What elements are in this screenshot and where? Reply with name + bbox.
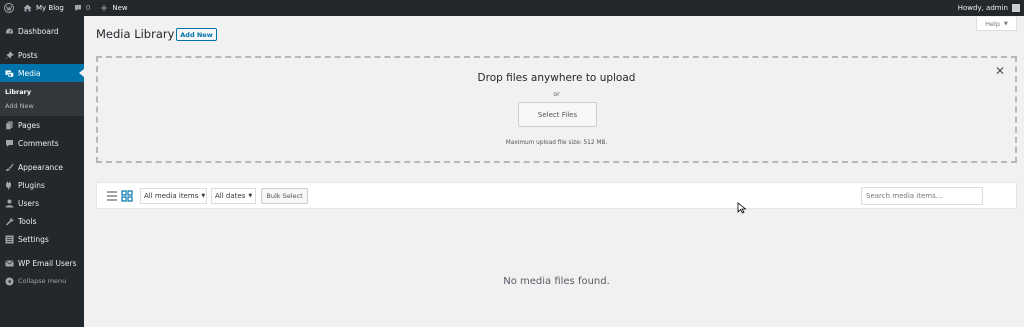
media-submenu: Library Add New bbox=[0, 82, 84, 116]
menu-item-plugins[interactable]: Plugins bbox=[0, 176, 84, 194]
menu-label-appearance: Appearance bbox=[18, 162, 64, 172]
submenu-item-library[interactable]: Library bbox=[0, 85, 84, 99]
media-icon bbox=[4, 68, 14, 78]
plug-icon bbox=[4, 180, 14, 190]
comments-menu[interactable]: 0 bbox=[69, 0, 95, 16]
date-filter-value: All dates bbox=[215, 192, 246, 200]
wrench-icon bbox=[4, 216, 14, 226]
menu-label-wp-email-users: WP Email Users bbox=[18, 258, 77, 268]
admin-bar: My Blog 0 New Howdy, admin bbox=[0, 0, 1024, 16]
upload-dropzone[interactable]: ✕ Drop files anywhere to upload or Selec… bbox=[96, 56, 1017, 163]
bulk-select-button[interactable]: Bulk Select bbox=[261, 188, 308, 204]
empty-state-message: No media files found. bbox=[503, 276, 610, 287]
menu-item-tools[interactable]: Tools bbox=[0, 212, 84, 230]
menu-item-users[interactable]: Users bbox=[0, 194, 84, 212]
user-icon bbox=[4, 198, 14, 208]
help-label: Help bbox=[985, 19, 1000, 28]
pushpin-icon bbox=[4, 50, 14, 60]
settings-sliders-icon bbox=[4, 234, 14, 244]
menu-label-pages: Pages bbox=[18, 120, 41, 130]
chevron-down-icon: ▼ bbox=[201, 193, 206, 199]
menu-item-media[interactable]: Media bbox=[0, 64, 84, 82]
media-type-filter[interactable]: All media items ▼ bbox=[140, 188, 207, 204]
date-filter[interactable]: All dates ▼ bbox=[211, 188, 256, 204]
menu-item-pages[interactable]: Pages bbox=[0, 116, 84, 134]
comments-count: 0 bbox=[85, 4, 91, 12]
menu-item-wp-email-users[interactable]: WP Email Users bbox=[0, 254, 84, 272]
new-content-menu[interactable]: New bbox=[95, 0, 132, 16]
menu-label-posts: Posts bbox=[18, 50, 38, 60]
max-upload-size: Maximum upload file size: 512 MB. bbox=[505, 140, 608, 146]
site-name-menu[interactable]: My Blog bbox=[18, 0, 69, 16]
menu-item-posts[interactable]: Posts bbox=[0, 46, 84, 64]
add-new-button[interactable]: Add New bbox=[176, 28, 217, 41]
media-toolbar: All media items ▼ All dates ▼ Bulk Selec… bbox=[96, 182, 1017, 209]
chevron-down-icon: ▼ bbox=[1003, 20, 1008, 27]
help-tab-button[interactable]: Help ▼ bbox=[976, 17, 1017, 31]
site-name: My Blog bbox=[36, 4, 64, 12]
collapse-menu-label: Collapse menu bbox=[18, 277, 67, 285]
home-icon bbox=[23, 4, 32, 12]
dropzone-title: Drop files anywhere to upload bbox=[477, 72, 636, 84]
menu-label-settings: Settings bbox=[18, 234, 49, 244]
comments-icon bbox=[4, 138, 14, 148]
menu-item-appearance[interactable]: Appearance bbox=[0, 158, 84, 176]
page-title: Media Library bbox=[96, 27, 175, 41]
list-view-icon[interactable] bbox=[106, 190, 118, 202]
menu-label-comments: Comments bbox=[18, 138, 59, 148]
wordpress-logo-menu[interactable] bbox=[0, 0, 18, 16]
howdy-greeting: Howdy, admin bbox=[957, 4, 1008, 12]
wordpress-icon bbox=[4, 3, 14, 13]
media-type-filter-value: All media items bbox=[144, 192, 199, 200]
my-account-menu[interactable]: Howdy, admin bbox=[953, 0, 1024, 16]
email-icon bbox=[4, 258, 14, 268]
new-label: New bbox=[112, 4, 128, 12]
submenu-item-add-new[interactable]: Add New bbox=[0, 99, 84, 113]
select-files-button[interactable]: Select Files bbox=[518, 102, 597, 127]
menu-item-comments[interactable]: Comments bbox=[0, 134, 84, 152]
chevron-down-icon: ▼ bbox=[248, 193, 253, 199]
menu-label-media: Media bbox=[18, 68, 41, 78]
paintbrush-icon bbox=[4, 162, 14, 172]
grid-view-icon[interactable] bbox=[121, 190, 133, 202]
pages-icon bbox=[4, 120, 14, 130]
avatar bbox=[1012, 4, 1020, 12]
plus-icon bbox=[100, 4, 108, 12]
collapse-arrow-icon bbox=[4, 276, 14, 286]
admin-menu: Dashboard Posts Media Library Add New Pa… bbox=[0, 16, 84, 327]
or-separator: or bbox=[553, 91, 560, 98]
dashboard-icon bbox=[4, 26, 14, 36]
collapse-menu-button[interactable]: Collapse menu bbox=[0, 272, 84, 290]
menu-item-settings[interactable]: Settings bbox=[0, 230, 84, 248]
menu-label-tools: Tools bbox=[18, 216, 37, 226]
menu-label-dashboard: Dashboard bbox=[18, 26, 59, 36]
menu-label-plugins: Plugins bbox=[18, 180, 45, 190]
menu-label-users: Users bbox=[18, 198, 40, 208]
menu-item-dashboard[interactable]: Dashboard bbox=[0, 22, 84, 40]
search-media-input[interactable] bbox=[861, 187, 983, 205]
comment-bubble-icon bbox=[74, 4, 82, 12]
mouse-cursor-icon bbox=[737, 202, 747, 214]
